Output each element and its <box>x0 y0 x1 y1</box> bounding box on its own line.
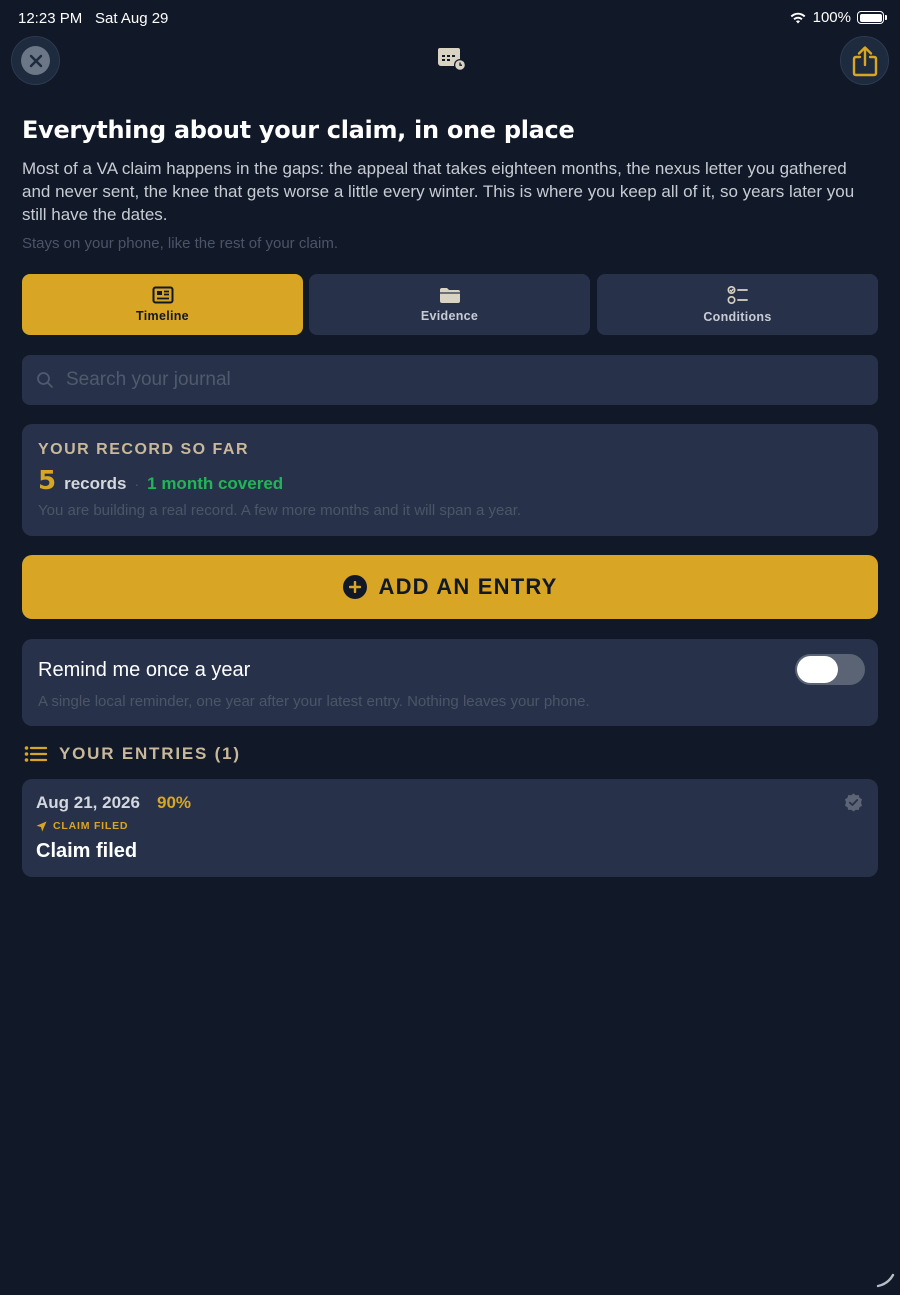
tab-timeline[interactable]: Timeline <box>22 274 303 335</box>
tab-evidence-label: Evidence <box>420 308 479 323</box>
reminder-note: A single local reminder, one year after … <box>38 693 590 710</box>
tab-evidence[interactable]: Evidence <box>309 274 590 335</box>
battery-percent: 100% <box>812 9 851 26</box>
entry-title: Claim filed <box>36 840 138 862</box>
entry-percent: 90% <box>157 793 192 812</box>
resize-handle-icon <box>876 1273 895 1288</box>
battery-icon <box>857 11 887 24</box>
verified-badge-icon <box>845 793 862 812</box>
toggle-knob <box>797 656 838 683</box>
record-heading: YOUR RECORD SO FAR <box>38 441 250 458</box>
status-bar: 12:23 PM Sat Aug 29 100% <box>0 0 900 36</box>
calendar-icon <box>438 48 466 71</box>
status-time: 12:23 PM <box>18 10 83 27</box>
tab-conditions-label: Conditions <box>703 310 772 324</box>
page-title: Everything about your claim, in one plac… <box>22 116 575 144</box>
entries-heading: YOUR ENTRIES (1) <box>59 744 241 763</box>
entry-type: CLAIM FILED <box>36 820 128 832</box>
record-count-label: records <box>64 474 127 493</box>
share-button[interactable] <box>840 36 889 85</box>
entry-card[interactable]: Aug 21, 2026 90% CLAIM FILED Claim filed <box>22 779 878 877</box>
privacy-note: Stays on your phone, like the rest of yo… <box>22 235 338 252</box>
status-date: Sat Aug 29 <box>95 10 169 27</box>
record-separator: · <box>134 476 140 492</box>
search-input[interactable] <box>66 369 846 391</box>
list-icon <box>24 746 47 762</box>
intro-text: Most of a VA claim happens in the gaps: … <box>22 159 855 224</box>
reminder-toggle[interactable] <box>795 654 865 685</box>
search-bar <box>22 355 878 405</box>
checklist-icon <box>726 285 748 305</box>
record-count: 5 <box>38 466 57 496</box>
reminder-title: Remind me once a year <box>38 659 251 681</box>
folder-icon <box>439 287 460 303</box>
plus-circle-icon <box>342 575 367 599</box>
entry-type-label: CLAIM FILED <box>53 820 129 832</box>
entries-header: YOUR ENTRIES (1) <box>24 744 241 764</box>
record-note: You are building a real record. A few mo… <box>38 502 522 519</box>
add-entry-button[interactable]: ADD AN ENTRY <box>22 555 878 619</box>
section-tabs: Timeline Evidence Conditions <box>22 274 878 335</box>
record-stats: 5 records · 1 month covered <box>38 466 283 496</box>
close-button[interactable] <box>11 36 60 85</box>
close-icon <box>29 54 42 67</box>
tab-conditions[interactable]: Conditions <box>597 274 878 335</box>
status-right: 100% <box>789 9 887 26</box>
add-entry-label: ADD AN ENTRY <box>378 574 558 599</box>
location-arrow-icon <box>36 821 47 831</box>
share-icon <box>852 45 877 76</box>
record-summary-card: YOUR RECORD SO FAR 5 records · 1 month c… <box>22 424 878 536</box>
search-icon <box>37 372 53 388</box>
entry-date: Aug 21, 2026 <box>36 793 140 812</box>
reminder-card: Remind me once a year A single local rem… <box>22 639 878 726</box>
record-covered: 1 month covered <box>147 474 284 493</box>
tab-timeline-label: Timeline <box>136 309 189 323</box>
newspaper-icon <box>152 286 173 304</box>
wifi-icon <box>790 12 806 23</box>
